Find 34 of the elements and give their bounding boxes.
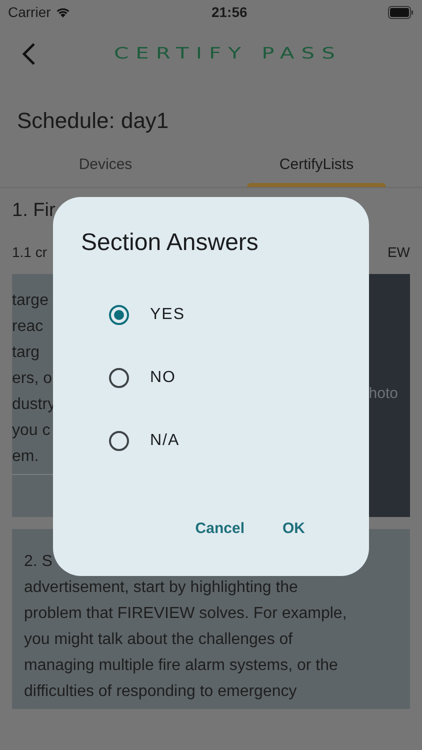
item-label: 1.1 cr	[12, 243, 48, 262]
card-text: managing multiple fire alarm systems, or the	[24, 656, 339, 676]
card-text: you might talk about the challenges of	[24, 630, 294, 650]
tab[interactable]: CertifyLists	[211, 136, 422, 187]
app-logo: CERTIFY PASS	[114, 43, 342, 64]
dialog-button[interactable]: OK	[274, 512, 313, 546]
card-text: ers, o	[12, 369, 54, 389]
wifi-icon	[54, 6, 71, 18]
card-text: targ	[12, 343, 41, 363]
item-label: EW	[387, 243, 410, 262]
page-title: Schedule: day1	[16, 107, 170, 135]
radio-button[interactable]	[109, 368, 129, 388]
clock-time: 21:56	[211, 2, 248, 22]
card-text: reac	[12, 317, 44, 337]
card-text: difficulties of responding to emergency	[24, 682, 298, 702]
dialog-title: Section Answers	[81, 228, 260, 258]
dialog-button[interactable]: Cancel	[187, 512, 252, 546]
section-heading: 1. Fir	[12, 199, 56, 223]
card-text: problem that FIREVIEW solves. For example,	[24, 604, 348, 624]
card-text: dustry	[12, 395, 57, 415]
card-text: targe	[12, 291, 50, 311]
battery-icon	[388, 6, 414, 18]
card-text: you c	[12, 421, 52, 441]
option-label: N/A	[150, 430, 180, 450]
card-text: em.	[12, 447, 40, 467]
radio-button[interactable]	[109, 430, 129, 450]
card-text: 2. S	[24, 552, 54, 572]
tab[interactable]: Devices	[0, 136, 211, 187]
card-text: advertisement, start by highlighting the	[24, 578, 299, 598]
option-label: NO	[150, 368, 176, 388]
radio-button[interactable]	[109, 304, 129, 324]
carrier-label: Carrier	[8, 2, 51, 22]
option-label: YES	[150, 304, 186, 324]
photo-label: hoto	[368, 384, 398, 404]
